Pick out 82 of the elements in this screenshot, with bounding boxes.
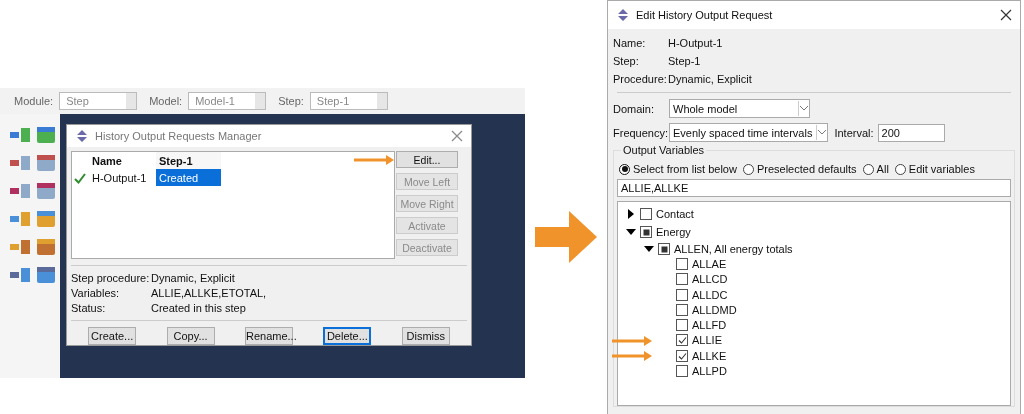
checkbox[interactable] [676,303,688,316]
info-value: Dynamic, Explicit [668,72,752,85]
checkbox[interactable] [676,319,688,332]
info-label: Variables: [71,287,121,299]
table-cell[interactable]: Created [156,169,221,186]
domain-dropdown[interactable]: Whole model [669,99,810,118]
toolbar-dropdown[interactable]: Step [59,92,138,110]
column-header: Name [91,154,123,167]
info-value: ALLIE,ALLKE,ETOTAL, [151,287,267,299]
dialog-button[interactable]: Dismiss [401,327,450,345]
field-label: Interval: [834,126,874,139]
radio-label[interactable]: All [876,163,889,175]
radio-label[interactable]: Edit variables [908,163,975,175]
info-label: Procedure: [613,72,668,85]
info-label: Step: [613,54,640,67]
caret-icon [800,106,808,111]
close-icon[interactable] [1000,9,1012,21]
radio-button[interactable] [742,163,754,175]
info-label: Name: [613,36,647,49]
tree-item-label[interactable]: ALLPD [692,365,727,377]
tree-item-label[interactable]: ALLFD [692,319,727,332]
tree-item-label[interactable]: ALLEN, All energy totals [674,242,793,255]
group-title: Output Variables [621,144,707,156]
tree-item-label[interactable]: ALLDMD [692,303,737,316]
radio-label[interactable]: Preselected defaults [756,163,857,175]
toolbar-dropdown[interactable]: Step-1 [309,92,388,110]
checkbox[interactable] [676,334,688,347]
dialog-title: History Output Requests Manager [95,130,262,142]
toolbar-label: Module: [14,95,54,107]
toolbar-dropdown[interactable]: Model-1 [188,92,267,110]
tree-item-label[interactable]: ALLDC [692,288,728,301]
radio-button[interactable] [862,163,874,175]
caret-icon [818,130,827,135]
dialog-title: Edit History Output Request [636,9,773,21]
checkbox[interactable] [676,273,688,286]
radio-button[interactable] [894,163,906,175]
tree-item-label[interactable]: Contact [656,208,694,220]
tool-icon[interactable] [34,180,58,202]
info-label: Status: [71,302,107,314]
app-icon [616,8,630,22]
dialog-button[interactable]: Copy... [166,327,215,345]
field-label: Domain: [613,102,655,115]
tree-item-label[interactable]: ALLKE [692,349,727,362]
column-header: Step-1 [156,152,221,169]
checkbox[interactable] [658,242,670,255]
info-value: Created in this step [151,302,246,314]
collapsed-triangle-icon[interactable] [626,209,636,219]
app-icon [75,129,89,143]
checkbox[interactable] [676,365,688,377]
tool-icon[interactable] [34,236,58,258]
checkbox[interactable] [640,226,652,238]
info-value: H-Output-1 [668,36,723,49]
expanded-triangle-icon[interactable] [626,227,636,237]
tree-item-label[interactable]: Energy [656,226,691,238]
tree-item-label[interactable]: ALLAE [692,257,727,270]
tree-item-label[interactable]: ALLCD [692,273,728,286]
dialog-button[interactable]: Delete... [323,327,372,345]
field-label: Frequency: [613,126,665,139]
radio-button[interactable] [619,163,630,175]
side-button[interactable]: Edit... [396,151,458,168]
toolbar-label: Step: [278,95,304,107]
checkbox[interactable] [676,349,688,362]
info-value: Dynamic, Explicit [151,272,235,284]
checkbox[interactable] [676,257,688,270]
table-cell-text: H-Output-1 [91,171,148,184]
callout-arrow [535,211,597,263]
frequency-dropdown[interactable]: Evenly spaced time intervals [669,123,829,142]
expanded-triangle-icon[interactable] [644,243,654,254]
info-value: Step-1 [668,54,701,67]
interval-field[interactable]: 200 [877,123,945,142]
radio-label[interactable]: Select from list below [633,163,737,175]
tool-icon[interactable] [34,208,58,230]
info-label: Step procedure: [71,272,151,284]
tool-icon[interactable] [34,264,58,286]
tool-icon[interactable] [34,124,58,146]
dialog-button[interactable]: Create... [88,327,137,345]
variables-field[interactable]: ALLIE,ALLKE [617,179,1011,197]
toolbar-label: Model: [149,95,183,107]
checkbox[interactable] [640,208,652,220]
checkbox[interactable] [676,288,688,301]
tool-icon[interactable] [34,152,58,174]
tree-item-label[interactable]: ALLIE [692,334,722,347]
